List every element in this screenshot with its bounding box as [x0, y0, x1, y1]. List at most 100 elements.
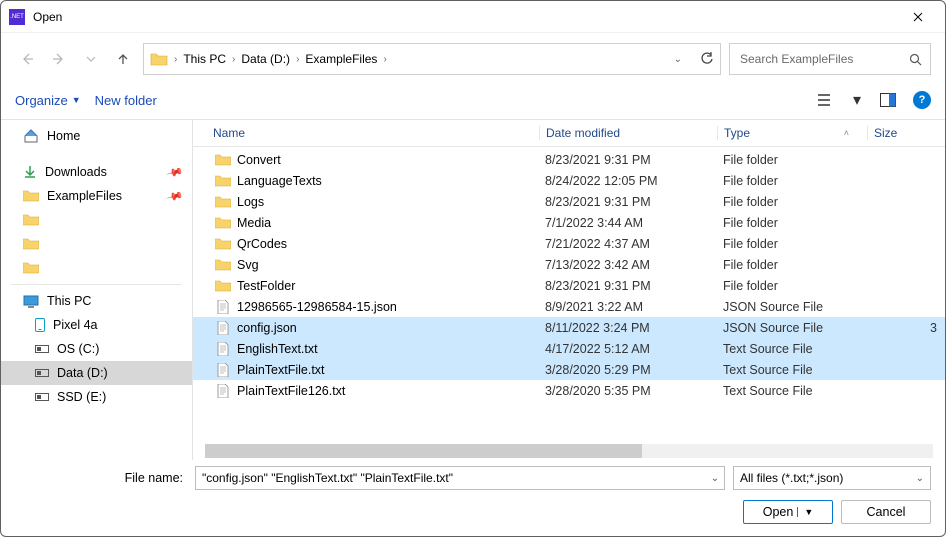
file-row[interactable]: PlainTextFile.txt3/28/2020 5:29 PMText S… — [193, 359, 945, 380]
tree-item-os-drive[interactable]: OS (C:) — [1, 337, 192, 361]
organize-button[interactable]: Organize ▼ — [15, 93, 81, 108]
sort-indicator-icon: ˄ — [844, 128, 849, 138]
nav-row: › This PC › Data (D:) › ExampleFiles › ⌄ — [1, 33, 945, 85]
recent-locations-button[interactable] — [79, 47, 103, 71]
file-row[interactable]: QrCodes7/21/2022 4:37 AMFile folder — [193, 233, 945, 254]
pin-icon: 📌 — [166, 163, 184, 181]
search-input[interactable] — [738, 51, 903, 67]
file-date: 8/23/2021 9:31 PM — [539, 195, 717, 209]
chevron-down-icon[interactable]: ⌄ — [706, 473, 724, 484]
breadcrumb-item[interactable]: This PC — [183, 52, 226, 66]
chevron-down-icon: ⌄ — [916, 473, 924, 484]
file-date: 3/28/2020 5:29 PM — [539, 363, 717, 377]
help-button[interactable]: ? — [913, 91, 931, 109]
tree-item-examplefiles[interactable]: ExampleFiles 📌 — [1, 184, 192, 208]
breadcrumb-item[interactable]: ExampleFiles — [305, 52, 377, 66]
search-icon[interactable] — [909, 53, 922, 66]
tree-label: Downloads — [45, 165, 107, 179]
close-button[interactable] — [895, 1, 941, 33]
tree-item-this-pc[interactable]: This PC — [1, 289, 192, 313]
chevron-right-icon[interactable]: › — [383, 54, 386, 65]
forward-button[interactable] — [47, 47, 71, 71]
file-date: 7/1/2022 3:44 AM — [539, 216, 717, 230]
file-date: 8/23/2021 9:31 PM — [539, 153, 717, 167]
file-type: File folder — [717, 279, 867, 293]
breadcrumb-item[interactable]: Data (D:) — [241, 52, 290, 66]
caret-down-icon: ▼ — [72, 95, 81, 105]
file-icon — [213, 321, 233, 335]
tree-item-data-drive[interactable]: Data (D:) — [1, 361, 192, 385]
new-folder-button[interactable]: New folder — [95, 93, 157, 108]
file-row[interactable]: Convert8/23/2021 9:31 PMFile folder — [193, 149, 945, 170]
folder-icon — [213, 259, 233, 271]
column-header-size[interactable]: Size — [867, 126, 945, 140]
file-row[interactable]: EnglishText.txt4/17/2022 5:12 AMText Sou… — [193, 338, 945, 359]
tree-label: OS (C:) — [57, 342, 99, 356]
folder-icon — [213, 217, 233, 229]
file-list-pane: Name Date modified Type ˄ Size Convert8/… — [193, 120, 945, 460]
file-type: Text Source File — [717, 342, 867, 356]
view-options-button[interactable] — [815, 89, 837, 111]
up-button[interactable] — [111, 47, 135, 71]
cancel-button[interactable]: Cancel — [841, 500, 931, 524]
file-row[interactable]: config.json8/11/2022 3:24 PMJSON Source … — [193, 317, 945, 338]
file-list[interactable]: Convert8/23/2021 9:31 PMFile folderLangu… — [193, 147, 945, 436]
filename-input[interactable] — [196, 471, 706, 485]
tree-item-folder[interactable] — [1, 232, 192, 256]
filename-label: File name: — [15, 471, 187, 485]
footer: File name: ⌄ All files (*.txt;*.json) ⌄ … — [1, 460, 945, 536]
organize-label: Organize — [15, 93, 68, 108]
drive-icon — [35, 393, 49, 401]
file-type-filter[interactable]: All files (*.txt;*.json) ⌄ — [733, 466, 931, 490]
tree-label: This PC — [47, 294, 91, 308]
caret-down-icon[interactable]: ▾ — [851, 89, 863, 111]
folder-icon — [213, 175, 233, 187]
file-type: Text Source File — [717, 384, 867, 398]
horizontal-scrollbar[interactable] — [205, 444, 933, 458]
tree-label: Pixel 4a — [53, 318, 97, 332]
chevron-right-icon[interactable]: › — [296, 54, 299, 65]
open-button[interactable]: Open ▼ — [743, 500, 833, 524]
back-button[interactable] — [15, 47, 39, 71]
file-icon — [213, 300, 233, 314]
file-name: Media — [237, 216, 271, 230]
tree-item-home[interactable]: Home — [1, 124, 192, 148]
file-row[interactable]: Logs 8/23/2021 9:31 PMFile folder — [193, 191, 945, 212]
column-header-date[interactable]: Date modified — [539, 126, 717, 140]
file-row[interactable]: Media7/1/2022 3:44 AMFile folder — [193, 212, 945, 233]
file-row[interactable]: 12986565-12986584-15.json8/9/2021 3:22 A… — [193, 296, 945, 317]
tree-item-folder[interactable] — [1, 208, 192, 232]
search-box[interactable] — [729, 43, 931, 75]
tree-item-pixel[interactable]: Pixel 4a — [1, 313, 192, 337]
chevron-right-icon[interactable]: › — [232, 54, 235, 65]
drive-icon — [35, 369, 49, 377]
column-header-type[interactable]: Type ˄ — [717, 126, 867, 140]
scrollbar-thumb[interactable] — [205, 444, 642, 458]
chevron-right-icon[interactable]: › — [174, 54, 177, 65]
tree-item-downloads[interactable]: Downloads 📌 — [1, 160, 192, 184]
column-header-name[interactable]: Name — [213, 126, 539, 140]
file-row[interactable]: TestFolder8/23/2021 9:31 PMFile folder — [193, 275, 945, 296]
file-date: 8/24/2022 12:05 PM — [539, 174, 717, 188]
tree-item-ssd-drive[interactable]: SSD (E:) — [1, 385, 192, 409]
folder-icon — [213, 196, 233, 208]
caret-down-icon[interactable]: ▼ — [797, 507, 813, 517]
chevron-down-icon[interactable]: ⌄ — [674, 54, 682, 65]
file-name: Logs — [237, 195, 264, 209]
phone-icon — [35, 318, 45, 332]
file-row[interactable]: Svg7/13/2022 3:42 AMFile folder — [193, 254, 945, 275]
refresh-button[interactable] — [700, 52, 714, 66]
file-type: JSON Source File — [717, 321, 867, 335]
file-row[interactable]: PlainTextFile126.txt3/28/2020 5:35 PMTex… — [193, 380, 945, 401]
file-row[interactable]: LanguageTexts8/24/2022 12:05 PMFile fold… — [193, 170, 945, 191]
preview-pane-button[interactable] — [877, 89, 899, 111]
address-bar[interactable]: › This PC › Data (D:) › ExampleFiles › ⌄ — [143, 43, 721, 75]
file-type: File folder — [717, 195, 867, 209]
tree-item-folder[interactable] — [1, 256, 192, 280]
app-icon: .NET — [9, 9, 25, 25]
titlebar: .NET Open — [1, 1, 945, 33]
filename-combo[interactable]: ⌄ — [195, 466, 725, 490]
folder-icon — [23, 238, 39, 250]
navigation-tree[interactable]: Home Downloads 📌 ExampleFiles 📌 — [1, 120, 193, 460]
file-date: 8/11/2022 3:24 PM — [539, 321, 717, 335]
